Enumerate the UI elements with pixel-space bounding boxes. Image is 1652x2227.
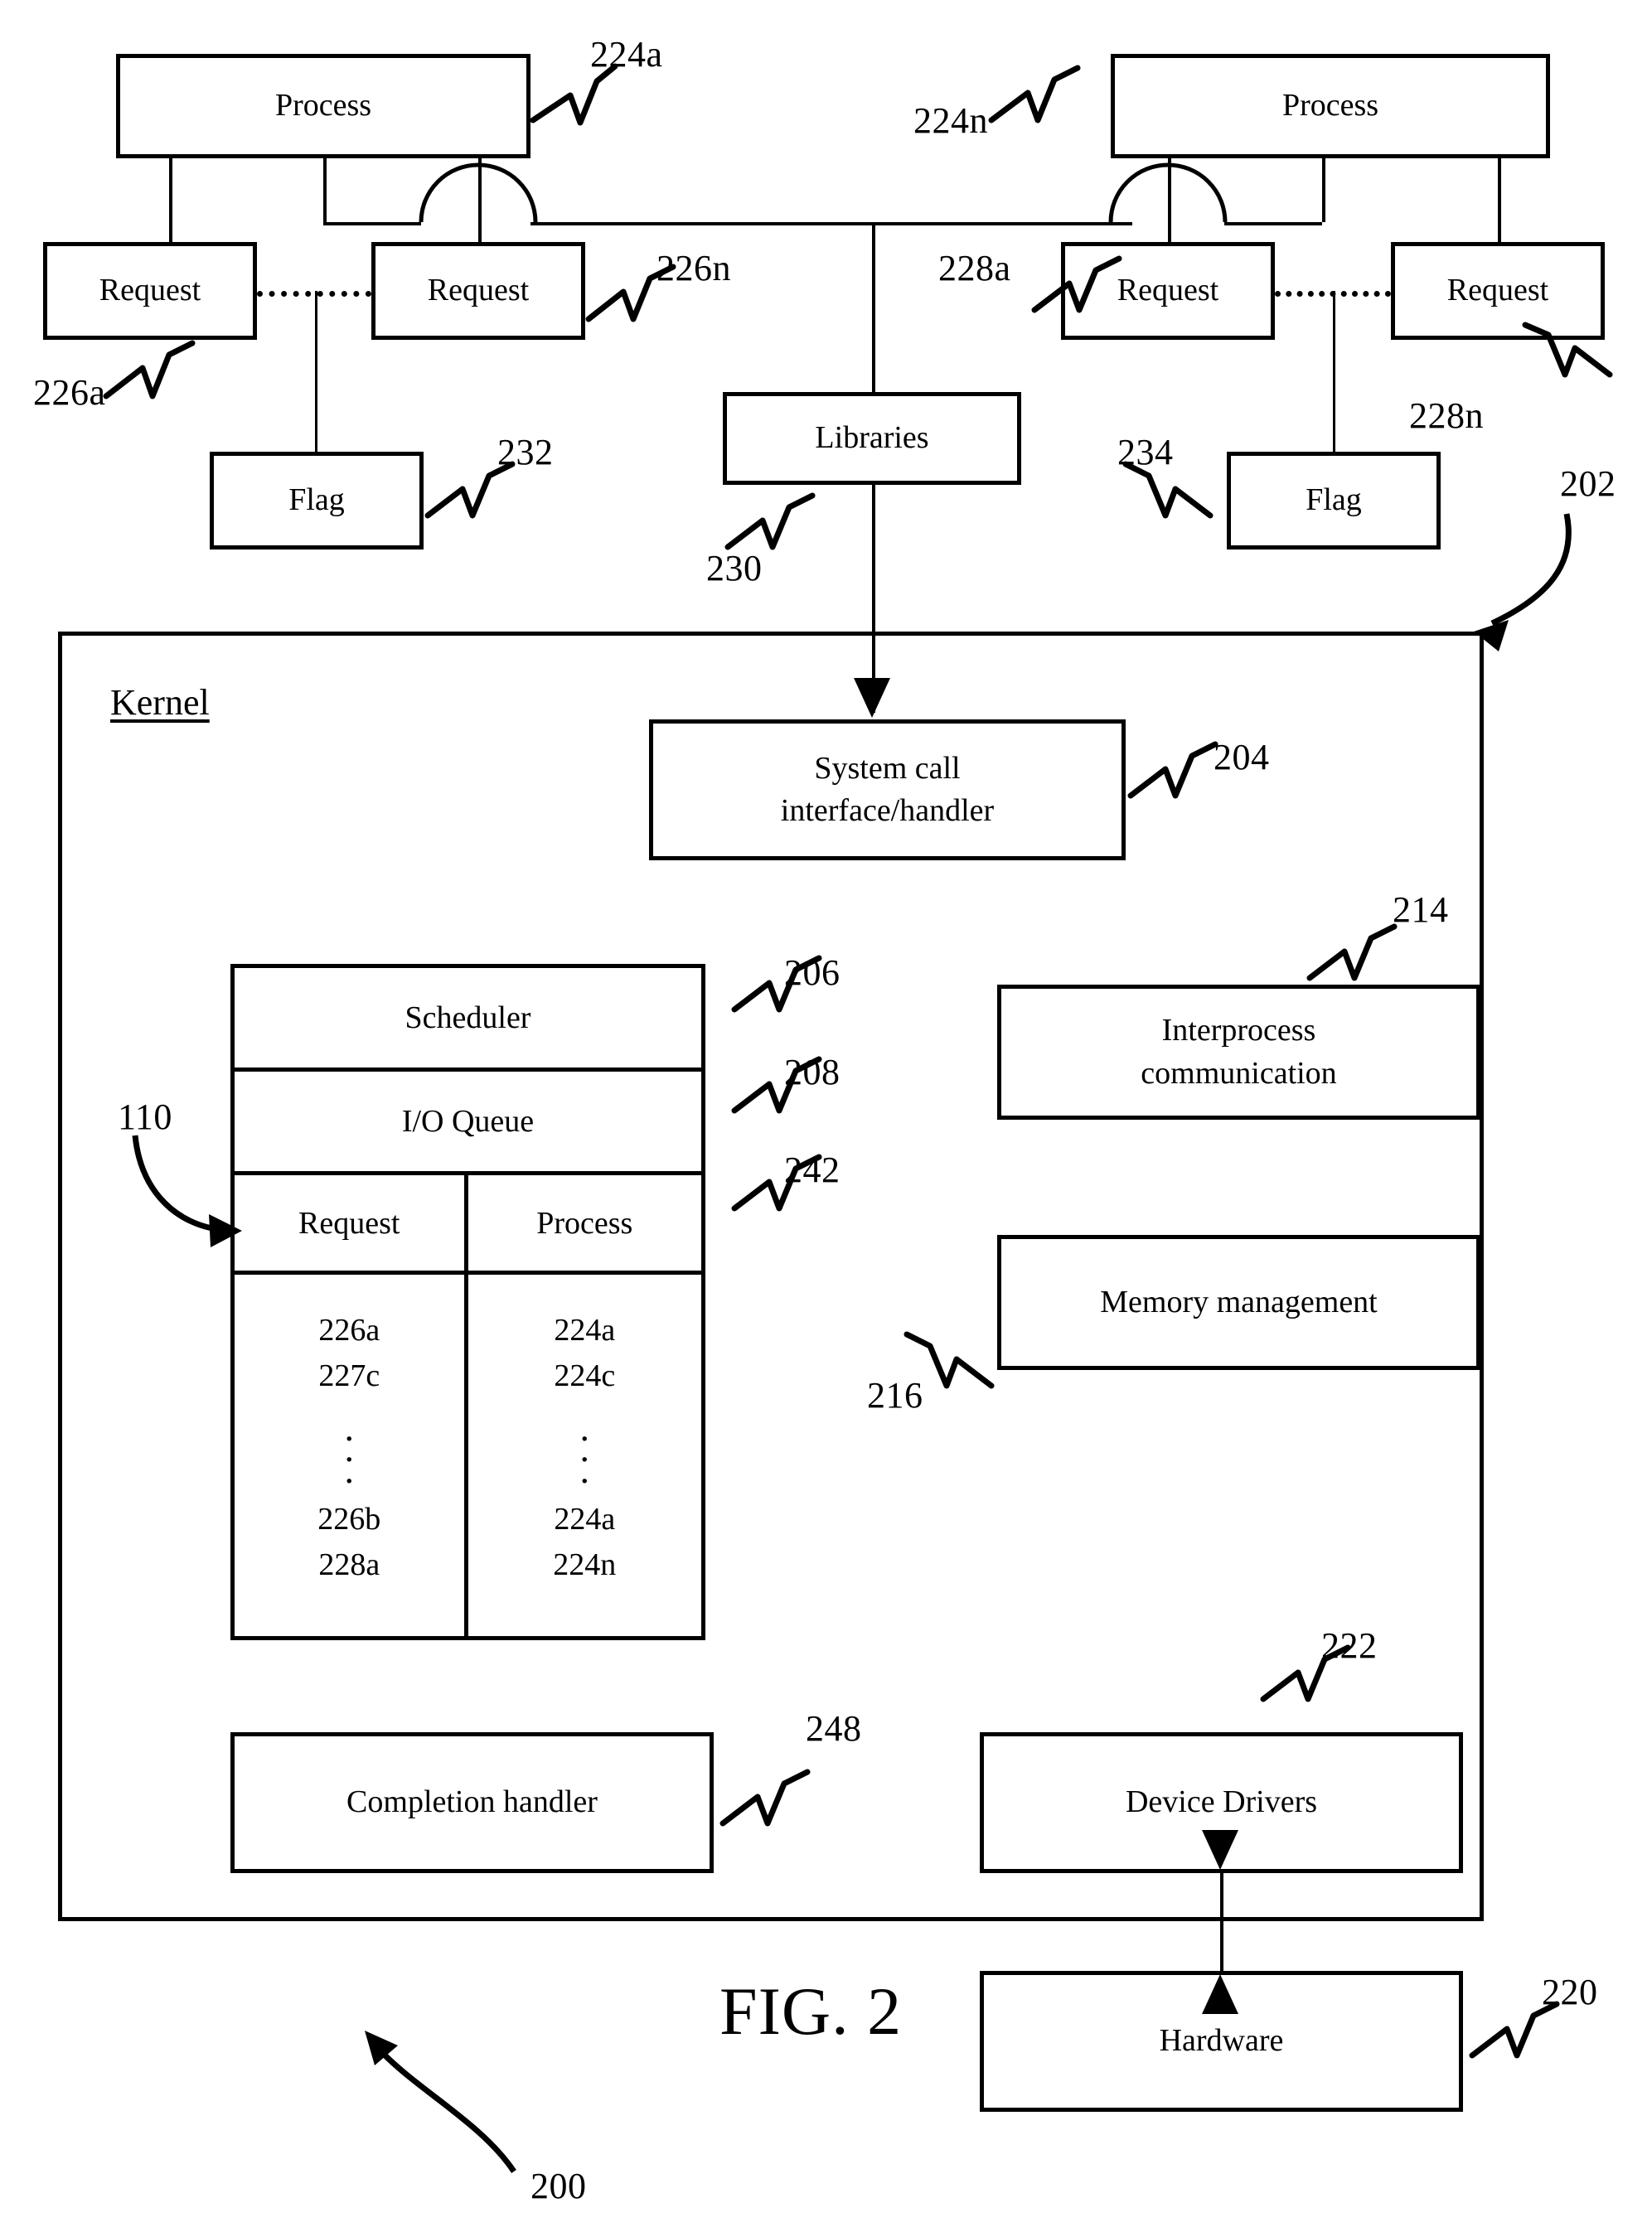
queue-cells-request: 226a 227c . . . 226b 228a [235,1275,464,1636]
scheduler-queue-stack: Scheduler I/O Queue Request 226a 227c . … [230,964,705,1640]
queue-cell: 226b [317,1502,381,1537]
connector-224a-bracket-left [323,158,327,222]
queue-header-process: Process [468,1175,701,1275]
libraries-label: Libraries [815,420,929,456]
queue-cell: 224a [554,1313,616,1348]
request-226n-label: Request [427,273,530,308]
connector-libraries-syscall [872,485,875,713]
connector-requests-flag234 [1333,291,1335,452]
connector-224n-228a [1168,158,1171,242]
ref-248: 248 [806,1708,862,1749]
system-call-label-line2: interface/handler [780,793,995,828]
figure-caption: FIG. 2 [719,1973,903,2049]
hardware-box: Hardware [980,1971,1463,2112]
system-call-label-line1: System call [814,750,961,786]
connector-224n-bracket-bottom [1224,222,1322,225]
process-224a-label: Process [274,88,372,123]
ref-226a: 226a [33,372,106,413]
ref-232: 232 [497,432,554,472]
queue-column-request: Request 226a 227c . . . 226b 228a [235,1175,468,1636]
pointer-202-arrow [1474,513,1572,651]
queue-table: Request 226a 227c . . . 226b 228a Proces… [235,1175,701,1636]
scheduler-row: Scheduler [235,968,701,1072]
process-224n-label: Process [1281,88,1379,123]
connector-224a-226a [169,158,172,242]
leader-230 [724,492,816,550]
leader-224n [988,65,1081,123]
queue-cell: 228a [318,1547,380,1583]
interprocess-label-line1: Interprocess [1161,1013,1316,1048]
ref-208: 208 [784,1052,841,1092]
device-drivers-label: Device Drivers [1125,1784,1318,1820]
ref-220: 220 [1542,1972,1598,2012]
queue-cell: 224a [554,1502,616,1537]
ref-110: 110 [118,1097,172,1137]
connector-224a-bracket-bottom [323,222,421,225]
queue-cell: 227c [318,1358,380,1394]
connector-224n-228n [1498,158,1501,242]
hardware-label: Hardware [1159,2023,1284,2059]
request-228a-label: Request [1117,273,1219,308]
queue-cell: 224c [554,1358,616,1394]
connector-devicedrivers-hardware [1220,1873,1223,1971]
completion-handler-label: Completion handler [346,1784,598,1820]
patent-figure: Kernel Process Process Request Request R… [0,0,1652,2227]
request-226n-box: Request [371,242,585,340]
flag-232-box: Flag [210,452,424,549]
libraries-box: Libraries [723,392,1021,485]
queue-cell: 226a [318,1313,380,1348]
queue-ellipsis: . . . [344,1406,355,1491]
connector-requests-flag232 [315,291,317,452]
ref-228n: 228n [1409,395,1484,436]
io-queue-label: I/O Queue [401,1104,535,1139]
request-226a-label: Request [99,273,201,308]
ref-222: 222 [1321,1625,1378,1666]
flag-234-label: Flag [1306,482,1362,518]
ref-202: 202 [1560,463,1616,504]
ref-224a: 224a [590,34,663,75]
request-226a-box: Request [43,242,257,340]
ref-206: 206 [784,952,841,993]
ref-216: 216 [867,1375,923,1416]
ref-200: 200 [530,2166,587,2206]
request-228n-box: Request [1391,242,1605,340]
ref-226n: 226n [656,248,731,288]
kernel-title: Kernel [110,682,210,723]
io-queue-row: I/O Queue [235,1072,701,1175]
flag-232-label: Flag [288,482,345,518]
device-drivers-box: Device Drivers [980,1732,1463,1873]
memory-management-box: Memory management [997,1235,1480,1370]
connector-224a-226n [478,158,482,242]
ref-204: 204 [1214,737,1270,777]
queue-cells-process: 224a 224c . . . 224a 224n [468,1275,702,1636]
ref-214: 214 [1393,889,1449,930]
queue-ellipsis: . . . [579,1406,590,1491]
queue-cell: 224n [553,1547,617,1583]
interprocess-label-line2: communication [1141,1055,1337,1091]
memory-management-label: Memory management [1100,1284,1378,1319]
queue-column-process: Process 224a 224c . . . 224a 224n [468,1175,702,1636]
interprocess-communication-box: Interprocess communication [997,985,1480,1120]
queue-header-request: Request [235,1175,464,1275]
userspace-bus [530,222,1132,225]
flag-234-box: Flag [1227,452,1441,549]
request-228a-box: Request [1061,242,1275,340]
connector-bus-libraries [872,222,875,392]
dotted-link-226a-226n [257,291,371,297]
scheduler-label: Scheduler [405,1000,531,1035]
ref-234: 234 [1117,432,1174,472]
request-228n-label: Request [1446,273,1549,308]
ref-228a: 228a [938,248,1011,288]
connector-224n-bracket-left [1322,158,1325,222]
leader-226a [103,340,196,399]
ref-224n: 224n [913,100,988,141]
pointer-200-arrow [365,2031,516,2173]
process-224n-box: Process [1111,54,1550,158]
completion-handler-box: Completion handler [230,1732,714,1873]
ref-242: 242 [784,1150,841,1190]
process-224a-box: Process [116,54,530,158]
system-call-box: System call interface/handler [649,719,1126,860]
ref-230: 230 [706,548,763,588]
